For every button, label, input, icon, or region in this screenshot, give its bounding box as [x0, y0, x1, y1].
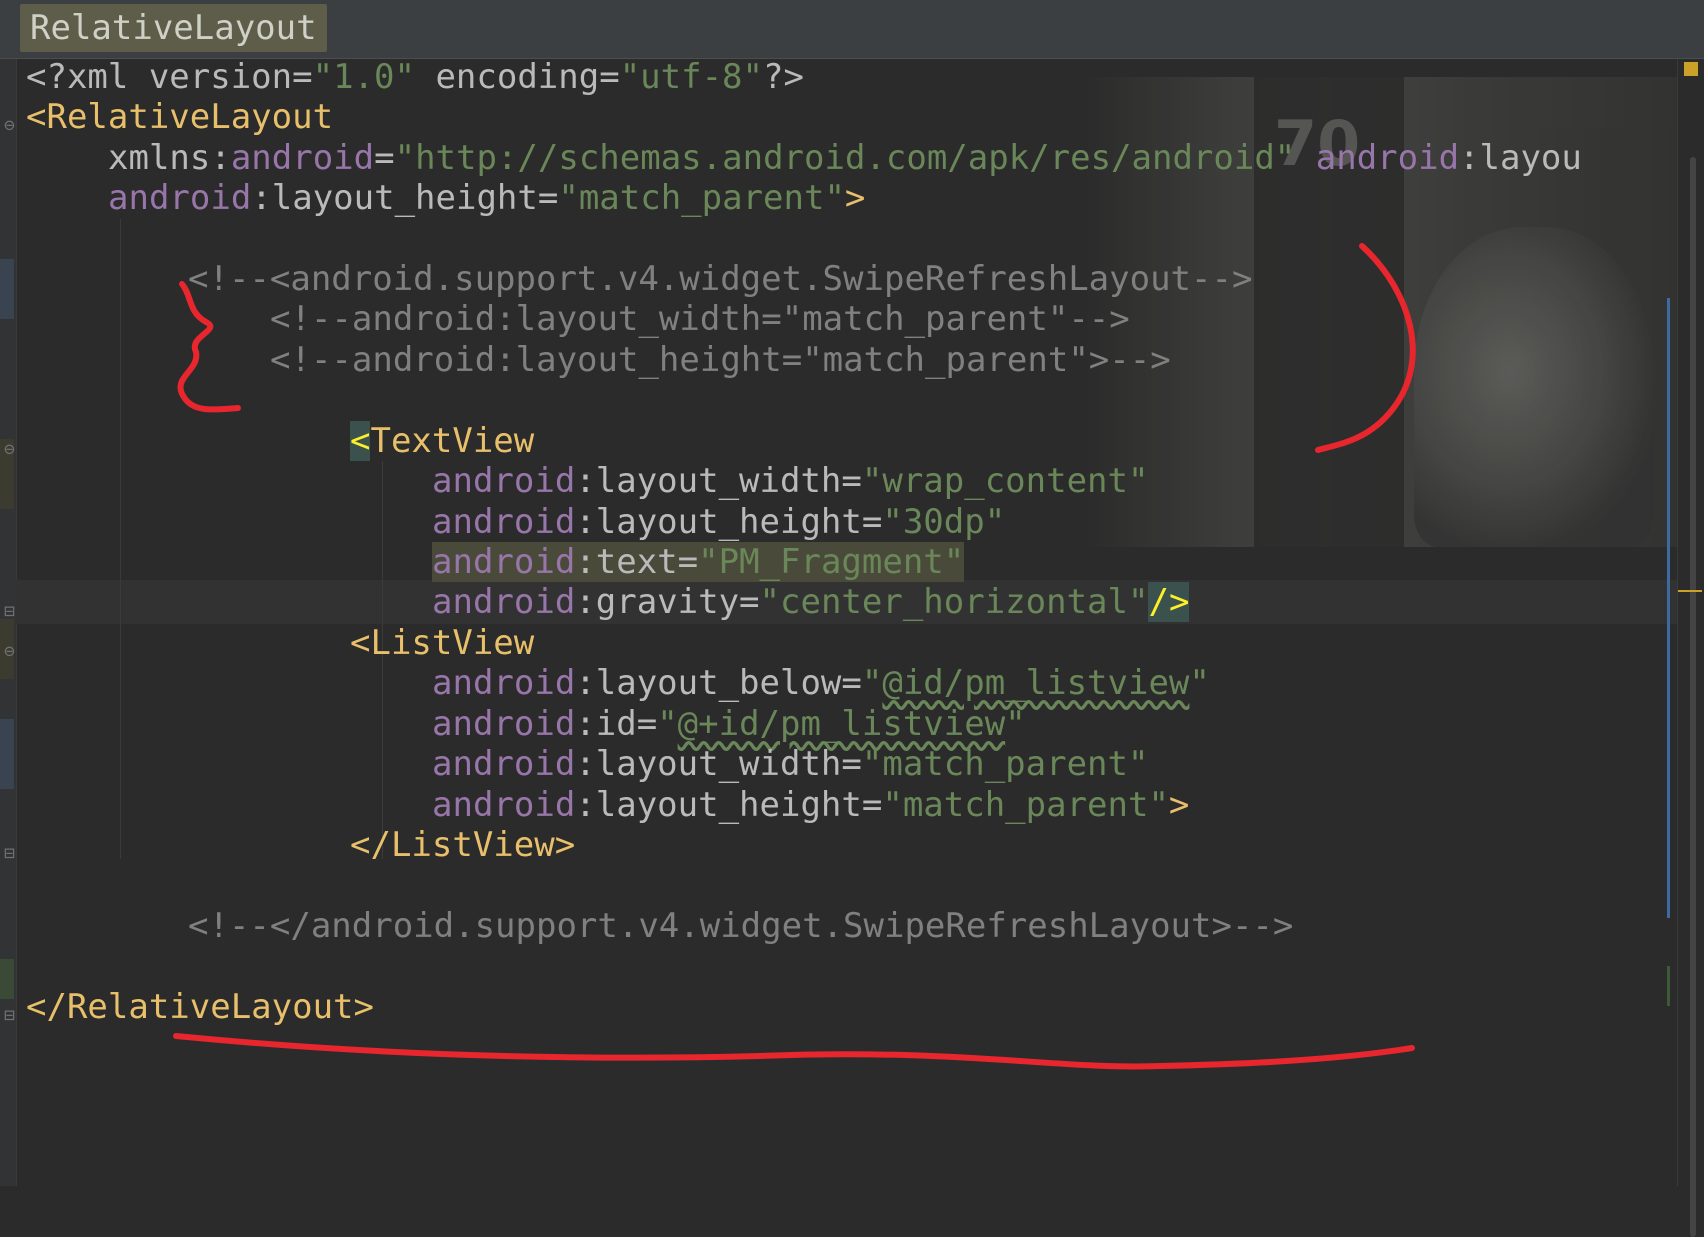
- code-line-15[interactable]: android:id="@+id/pm_listview": [432, 702, 1026, 746]
- code-line-1[interactable]: <?xml version="1.0" encoding="utf-8"?>: [26, 59, 804, 99]
- code-line-12[interactable]: android:gravity="center_horizontal"/>: [432, 580, 1190, 624]
- code-editor[interactable]: 70 <?xml version="1.0" encoding="utf-8"?…: [16, 59, 1678, 1186]
- breadcrumb-relativelayout[interactable]: RelativeLayout: [20, 4, 327, 52]
- code-line-14[interactable]: android:layout_below="@id/pm_listview": [432, 661, 1210, 705]
- code-line-18[interactable]: </ListView>: [350, 823, 575, 867]
- warning-marker-icon[interactable]: [1684, 62, 1698, 76]
- code-line-10[interactable]: android:layout_height="30dp": [432, 500, 1005, 544]
- code-line-16[interactable]: android:layout_width="match_parent": [432, 742, 1148, 786]
- change-marker: [0, 259, 14, 319]
- vertical-scrollbar[interactable]: [1677, 59, 1704, 1237]
- error-stripe-marker: [1667, 298, 1670, 918]
- code-line-3[interactable]: xmlns:android="http://schemas.android.co…: [108, 136, 1582, 180]
- editor-gutter[interactable]: ⊖ ⊖ ⊟ ⊖ ⊟ ⊟: [0, 59, 17, 1186]
- code-line-11[interactable]: android:text="PM_Fragment": [432, 540, 965, 584]
- code-line-6[interactable]: <!--android:layout_width="match_parent"-…: [270, 297, 1130, 341]
- code-line-17[interactable]: android:layout_height="match_parent">: [432, 783, 1189, 827]
- error-stripe-marker: [1667, 966, 1670, 1006]
- code-line-9[interactable]: android:layout_width="wrap_content": [432, 459, 1148, 503]
- code-line-13[interactable]: <ListView: [350, 621, 534, 665]
- breadcrumb-bar: RelativeLayout: [0, 0, 1704, 59]
- code-line-2[interactable]: <RelativeLayout: [26, 95, 333, 139]
- code-line-5[interactable]: <!--<android.support.v4.widget.SwipeRefr…: [188, 257, 1252, 301]
- code-line-8[interactable]: <TextView: [350, 419, 534, 463]
- error-stripe-marker: [1678, 590, 1702, 592]
- code-line-7[interactable]: <!--android:layout_height="match_parent"…: [270, 338, 1171, 382]
- code-line-20[interactable]: </RelativeLayout>: [26, 985, 374, 1029]
- change-marker: [0, 959, 14, 999]
- code-line-4[interactable]: android:layout_height="match_parent">: [108, 176, 865, 220]
- scrollbar-thumb[interactable]: [1690, 157, 1696, 1237]
- indent-guide: [120, 219, 121, 859]
- change-marker: [0, 719, 14, 789]
- code-line-19[interactable]: <!--</android.support.v4.widget.SwipeRef…: [188, 904, 1293, 948]
